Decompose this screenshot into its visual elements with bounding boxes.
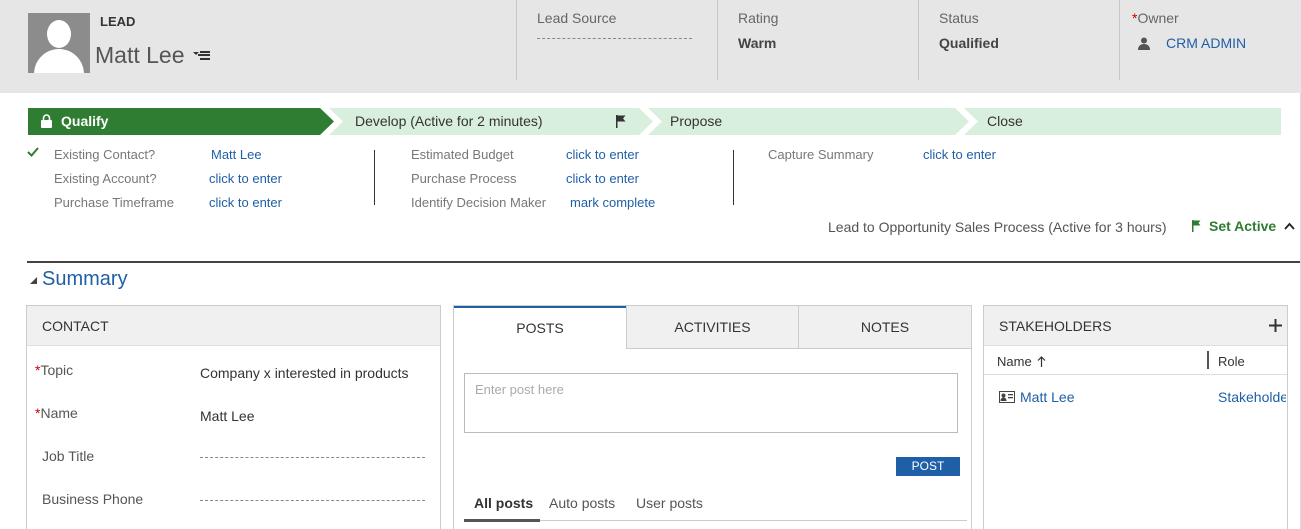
field-label: Topic — [40, 362, 74, 378]
filter-all-posts[interactable]: All posts — [474, 495, 533, 511]
chevron-up-icon[interactable] — [1284, 222, 1295, 230]
person-icon — [1138, 37, 1150, 50]
tab-activities[interactable]: ACTIVITIES — [626, 306, 798, 349]
header-field-rating[interactable]: Rating Warm — [717, 0, 778, 80]
record-header: LEAD Matt Lee Lead Source Rating Warm St… — [0, 0, 1301, 93]
avatar-body — [34, 49, 84, 73]
field-label-topic: *Topic — [35, 362, 73, 378]
section-divider — [27, 261, 1301, 263]
set-active-label: Set Active — [1209, 218, 1277, 234]
field-value-job-title[interactable] — [200, 457, 425, 458]
stakeholder-name-link[interactable]: Matt Lee — [1020, 389, 1074, 405]
step-value[interactable]: click to enter — [209, 195, 282, 210]
header-field-label: Lead Source — [537, 10, 617, 26]
avatar[interactable] — [28, 13, 90, 73]
panel-heading-label: STAKEHOLDERS — [999, 318, 1112, 334]
column-header-role[interactable]: Role — [1218, 354, 1245, 369]
step-label: Identify Decision Maker — [411, 195, 547, 210]
header-field-value[interactable]: Warm — [738, 35, 778, 51]
column-resize-handle[interactable] — [1207, 351, 1209, 369]
stage-develop[interactable]: Develop (Active for 2 minutes) — [329, 108, 653, 135]
field-value-topic[interactable]: Company x interested in products — [200, 365, 409, 381]
process-name: Lead to Opportunity Sales Process (Activ… — [828, 219, 1167, 235]
header-field-value[interactable]: Qualified — [939, 35, 999, 51]
checkmark-icon — [27, 147, 39, 157]
step-value[interactable]: click to enter — [566, 171, 639, 186]
step-label: Estimated Budget — [411, 147, 514, 162]
header-field-owner[interactable]: *Owner CRM ADMIN — [1119, 0, 1246, 80]
grid-header: Name Role — [984, 346, 1287, 375]
panel-heading: STAKEHOLDERS — [984, 306, 1287, 346]
field-label-name: *Name — [35, 405, 78, 421]
flag-icon — [1192, 220, 1201, 232]
field-label-business-phone: Business Phone — [42, 491, 144, 507]
social-pane: POSTS ACTIVITIES NOTES Enter post here P… — [453, 305, 972, 529]
stage-label: Close — [987, 113, 1023, 129]
section-summary-toggle[interactable]: Summary — [30, 268, 128, 291]
business-process-bar: Qualify Develop (Active for 2 minutes) P… — [28, 108, 1281, 135]
step-label: Purchase Timeframe — [54, 195, 174, 210]
tab-posts[interactable]: POSTS — [454, 306, 626, 349]
owner-link[interactable]: CRM ADMIN — [1166, 35, 1246, 51]
owner-value[interactable]: CRM ADMIN — [1132, 35, 1246, 51]
header-field-lead-source[interactable]: Lead Source — [516, 0, 692, 80]
step-value[interactable]: Matt Lee — [211, 147, 262, 162]
step-column-divider — [374, 150, 375, 205]
step-label: Purchase Process — [411, 171, 517, 186]
header-field-label: Status — [939, 10, 979, 26]
post-filter-bar: All posts Auto posts User posts — [464, 486, 967, 522]
stage-label: Develop (Active for 2 minutes) — [355, 113, 543, 129]
step-label: Existing Account? — [54, 171, 157, 186]
set-active-button[interactable]: Set Active — [1192, 218, 1276, 234]
owner-label: Owner — [1137, 10, 1179, 26]
stage-close[interactable]: Close — [964, 108, 1281, 135]
step-column-divider — [733, 150, 734, 205]
stakeholder-role-link[interactable]: Stakeholder — [1218, 389, 1286, 405]
contact-card-icon — [999, 391, 1015, 403]
column-header-label: Name — [997, 354, 1032, 369]
stage-label: Propose — [670, 113, 723, 129]
filter-user-posts[interactable]: User posts — [636, 495, 703, 511]
panel-heading: CONTACT — [27, 306, 440, 346]
add-icon[interactable] — [1269, 319, 1282, 332]
sort-ascending-icon — [1037, 356, 1046, 367]
stakeholders-panel: STAKEHOLDERS Name Role Matt Lee Stakehol… — [983, 305, 1288, 529]
active-filter-underline — [464, 519, 540, 522]
column-header-name[interactable]: Name — [997, 354, 1046, 369]
record-name[interactable]: Matt Lee — [95, 42, 185, 69]
stage-label: Qualify — [61, 113, 109, 129]
tab-notes[interactable]: NOTES — [798, 306, 971, 349]
collapse-triangle-icon — [30, 277, 37, 284]
avatar-head — [47, 20, 71, 48]
header-field-value[interactable] — [537, 31, 692, 39]
field-value-business-phone[interactable] — [200, 500, 425, 501]
entity-type-label: LEAD — [100, 14, 136, 29]
form-selector-icon[interactable] — [193, 50, 210, 62]
section-title: Summary — [42, 268, 128, 290]
tab-strip: POSTS ACTIVITIES NOTES — [454, 306, 971, 349]
step-value[interactable]: click to enter — [923, 147, 996, 162]
step-label: Capture Summary — [768, 147, 874, 162]
flag-icon — [616, 115, 626, 128]
field-value-name[interactable]: Matt Lee — [200, 408, 254, 424]
step-value[interactable]: click to enter — [209, 171, 282, 186]
header-field-label: *Owner — [1132, 10, 1246, 26]
step-value[interactable]: click to enter — [566, 147, 639, 162]
step-value[interactable]: mark complete — [570, 195, 655, 210]
filter-auto-posts[interactable]: Auto posts — [549, 495, 615, 511]
post-button[interactable]: POST — [896, 457, 960, 476]
lock-icon — [41, 114, 52, 128]
contact-panel: CONTACT *Topic Company x interested in p… — [26, 305, 441, 529]
stage-propose[interactable]: Propose — [648, 108, 969, 135]
step-label: Existing Contact? — [54, 147, 156, 162]
field-label: Name — [40, 405, 78, 421]
header-field-label: Rating — [738, 10, 779, 26]
stage-qualify[interactable]: Qualify — [28, 108, 334, 135]
header-field-status[interactable]: Status Qualified — [918, 0, 999, 80]
post-input[interactable]: Enter post here — [464, 373, 958, 433]
field-label-job-title: Job Title — [42, 448, 95, 464]
